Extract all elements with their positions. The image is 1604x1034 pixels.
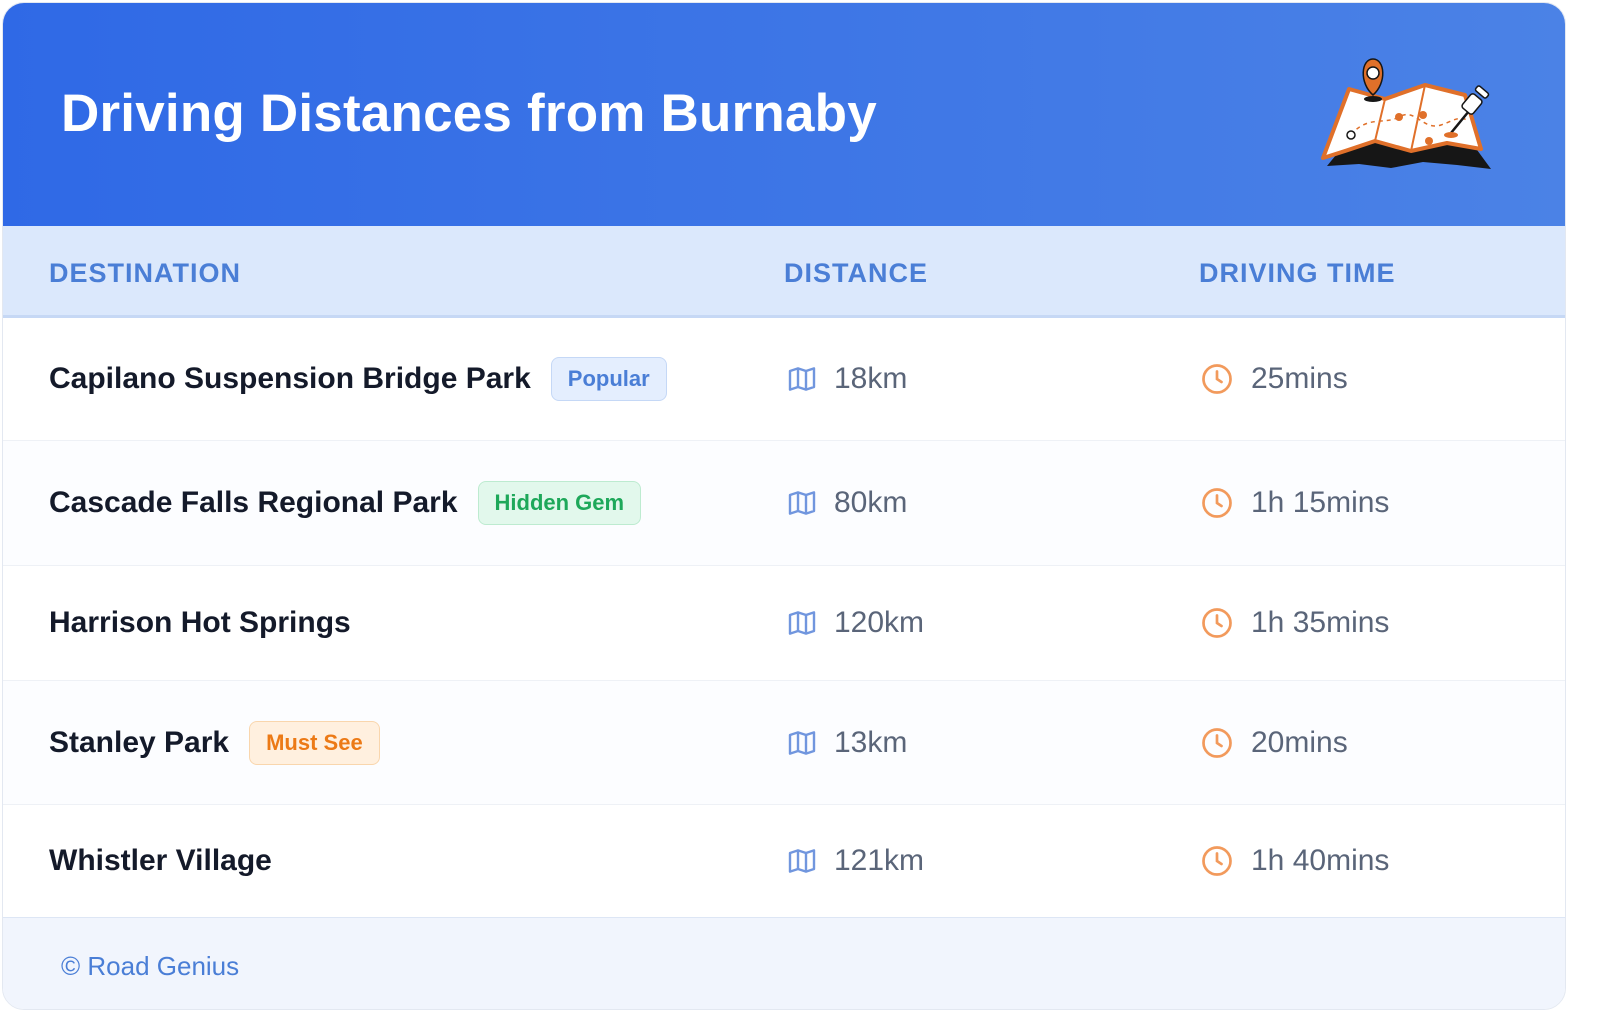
column-header-driving-time: DRIVING TIME (1199, 258, 1396, 288)
table-row: Capilano Suspension Bridge Park Popular … (3, 318, 1565, 441)
popular-badge: Popular (550, 357, 667, 401)
map-icon (788, 491, 816, 515)
column-header-destination: DESTINATION (49, 258, 241, 288)
distance-card: Driving Distances from Burnaby DESTINATI… (2, 2, 1566, 1010)
map-icon (788, 611, 816, 635)
table-row: Whistler Village 121km 1h 40mins (3, 805, 1565, 917)
destination-name: Capilano Suspension Bridge Park (49, 362, 531, 395)
distance-value: 80km (834, 486, 908, 519)
clock-icon (1202, 727, 1232, 758)
table-row: Harrison Hot Springs 120km 1h 35mins (3, 566, 1565, 681)
driving-time-value: 1h 35mins (1251, 606, 1390, 639)
header: Driving Distances from Burnaby (3, 3, 1565, 226)
must-see-badge: Must See (249, 720, 380, 765)
clock-icon (1202, 846, 1232, 876)
table-row: Stanley Park Must See 13km 20mins (3, 681, 1565, 805)
page-title: Driving Distances from Burnaby (61, 84, 877, 143)
driving-time-value: 25mins (1251, 362, 1348, 395)
map-icon (788, 730, 816, 755)
destination-name: Stanley Park (49, 725, 230, 759)
driving-time-value: 1h 15mins (1251, 486, 1390, 519)
table-row: Cascade Falls Regional Park Hidden Gem 8… (3, 441, 1565, 566)
table-header: DESTINATION DISTANCE DRIVING TIME (3, 226, 1565, 318)
destination-name: Harrison Hot Springs (49, 606, 351, 639)
distance-value: 18km (834, 362, 908, 395)
copyright-text: © Road Genius (61, 951, 240, 981)
driving-time-value: 1h 40mins (1251, 844, 1390, 877)
destination-name: Cascade Falls Regional Park (49, 486, 458, 519)
clock-icon (1202, 488, 1232, 518)
distance-value: 13km (834, 725, 908, 759)
destination-name: Whistler Village (49, 844, 272, 877)
distance-value: 120km (834, 606, 925, 639)
clock-icon (1202, 608, 1232, 638)
distance-value: 121km (834, 844, 925, 877)
clock-icon (1202, 364, 1232, 394)
column-header-distance: DISTANCE (784, 258, 929, 288)
footer: © Road Genius (3, 917, 1565, 1009)
driving-time-value: 20mins (1251, 725, 1348, 759)
map-icon (788, 849, 816, 873)
map-with-location-pin-icon (1321, 58, 1491, 169)
hidden-gem-badge: Hidden Gem (477, 481, 642, 525)
map-icon (788, 367, 816, 391)
